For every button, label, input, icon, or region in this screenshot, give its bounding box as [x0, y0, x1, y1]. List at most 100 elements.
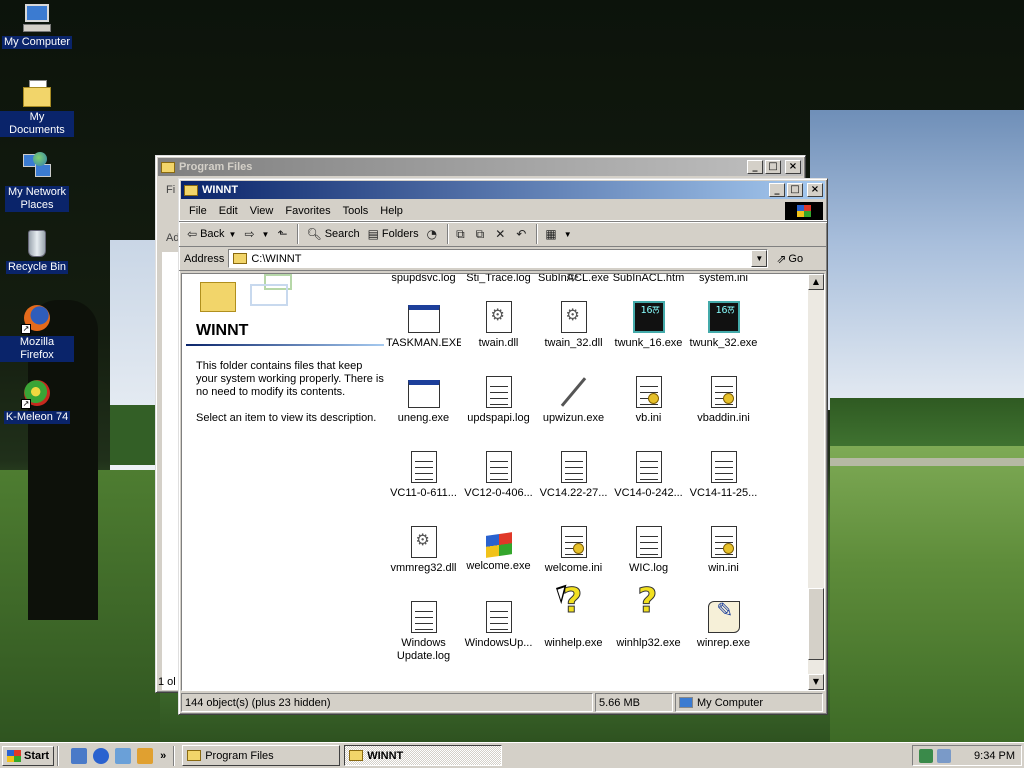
file-item[interactable]: welcome.exe [461, 526, 536, 573]
file-item[interactable]: win.ini [686, 526, 761, 575]
file-item[interactable]: WIC.log [611, 526, 686, 575]
up-folder-button[interactable]: ⬑ [273, 223, 294, 245]
file-item[interactable]: twain_32.dll [536, 301, 611, 350]
taskbar-button-program-files[interactable]: Program Files [182, 745, 341, 766]
delete-button[interactable]: ✕ [491, 223, 512, 245]
forward-button[interactable]: ⇨ ▼ [240, 223, 273, 245]
desktop-icon-mozilla-firefox[interactable]: ↗ Mozilla Firefox [0, 302, 74, 362]
file-item[interactable]: SubInACL.htm [611, 274, 686, 285]
file-item[interactable]: system.ini [686, 274, 761, 285]
file-item[interactable]: VC12-0-406... [461, 451, 536, 500]
outlook-express-icon[interactable] [115, 747, 132, 764]
desktop-icon-my-network-places[interactable]: My Network Places [0, 152, 74, 212]
file-item[interactable]: Windows Update.log [386, 601, 461, 663]
start-button[interactable]: Start [2, 745, 55, 766]
file-item[interactable]: SubInACL.exe [536, 274, 611, 285]
file-item[interactable]: upwizun.exe [536, 376, 611, 425]
file-name: TASKMAN.EXE [386, 337, 461, 349]
menu-file[interactable]: File [183, 205, 213, 217]
delete-x-icon: ✕ [495, 227, 506, 241]
file-item[interactable]: uneng.exe [386, 376, 461, 425]
undo-button[interactable]: ↶ [512, 223, 533, 245]
text-file-icon [410, 451, 437, 483]
web-view-info-pane: WINNT This folder contains files that ke… [182, 274, 386, 690]
window-title: WINNT [202, 184, 239, 196]
file-item[interactable]: winhelp.exe [536, 595, 611, 650]
address-dropdown-button[interactable]: ▼ [751, 250, 768, 267]
desktop-icon-recycle-bin[interactable]: Recycle Bin [0, 227, 74, 274]
file-item[interactable]: twain.dll [461, 301, 536, 350]
folders-button[interactable]: ▤ Folders [364, 223, 423, 245]
menu-help[interactable]: Help [374, 205, 409, 217]
file-item[interactable]: updspapi.log [461, 376, 536, 425]
file-item[interactable]: twunk_16.exe [611, 301, 686, 350]
menu-tools[interactable]: Tools [337, 205, 375, 217]
chevron-down-icon[interactable]: ▼ [564, 230, 572, 239]
go-button[interactable]: ⇗ Go [776, 252, 803, 266]
copy-to-icon: ⧉ [475, 226, 485, 241]
views-button[interactable]: ▦ ▼ [541, 223, 575, 245]
quick-launch-app-icon[interactable] [137, 747, 154, 764]
file-item[interactable]: vbaddin.ini [686, 376, 761, 425]
info-pane-description: This folder contains files that keep you… [196, 360, 384, 398]
move-to-button[interactable]: ⧉ [452, 223, 472, 245]
wallpaper-path [830, 458, 1024, 466]
program-files-titlebar[interactable]: Program Files _ □ × [158, 158, 803, 176]
file-item[interactable]: winrep.exe [686, 601, 761, 650]
copy-to-button[interactable]: ⧉ [472, 223, 492, 245]
file-item[interactable]: VC14-0-242... [611, 451, 686, 500]
file-item[interactable]: TASKMAN.EXE [386, 301, 461, 350]
vertical-scrollbar[interactable]: ▲ ▼ [808, 274, 824, 690]
menu-edit[interactable]: Edit [213, 205, 244, 217]
menu-favorites[interactable]: Favorites [279, 205, 336, 217]
scroll-down-button[interactable]: ▼ [808, 674, 824, 690]
back-button[interactable]: ⇦ Back ▼ [183, 223, 240, 245]
internet-explorer-icon[interactable] [93, 747, 110, 764]
file-name: winhlp32.exe [616, 637, 681, 649]
maximize-button[interactable]: □ [765, 160, 781, 174]
file-item[interactable]: Sti_Trace.log [461, 274, 536, 285]
folder-content-pane[interactable]: WINNT This folder contains files that ke… [181, 273, 825, 691]
window-exe-icon [407, 380, 440, 408]
desktop-icon-label: Recycle Bin [5, 261, 69, 274]
volume-tray-icon[interactable] [937, 748, 951, 763]
file-item[interactable]: welcome.ini [536, 526, 611, 575]
file-item[interactable]: vmmreg32.dll [386, 526, 461, 575]
search-button[interactable]: 🔍︎ Search [302, 223, 363, 245]
file-item[interactable]: VC11-0-611... [386, 451, 461, 500]
minimize-button[interactable]: _ [747, 160, 763, 174]
winnt-explorer-window[interactable]: WINNT _ □ × File Edit View Favorites Too… [178, 178, 828, 715]
desktop-icon-k-meleon[interactable]: ↗ K-Meleon 74 [0, 377, 74, 424]
menu-view[interactable]: View [244, 205, 280, 217]
file-item[interactable]: VC14-11-25... [686, 451, 761, 500]
file-item[interactable]: twunk_32.exe [686, 301, 761, 350]
winnt-titlebar[interactable]: WINNT _ □ × [181, 181, 825, 199]
file-item[interactable]: WindowsUp... [461, 601, 536, 650]
file-item[interactable]: VC14.22-27... [536, 451, 611, 500]
dll-file-icon [560, 301, 587, 333]
desktop-icon-my-computer[interactable]: My Computer [0, 2, 74, 49]
file-item[interactable]: vb.ini [611, 376, 686, 425]
close-button[interactable]: × [807, 183, 823, 197]
show-desktop-icon[interactable] [71, 747, 88, 764]
file-item[interactable]: spupdsvc.log [386, 274, 461, 285]
file-item[interactable]: winhlp32.exe [611, 595, 686, 650]
clock[interactable]: 9:34 PM [974, 750, 1015, 762]
computer-icon [679, 697, 693, 708]
chevron-down-icon[interactable]: ▼ [262, 230, 270, 239]
file-name: WindowsUp... [464, 637, 533, 649]
wand-icon [558, 376, 590, 408]
close-button[interactable]: × [785, 160, 801, 174]
history-button[interactable]: ◔ [423, 223, 444, 245]
scroll-up-button[interactable]: ▲ [808, 274, 824, 290]
taskbar-button-winnt[interactable]: WINNT [344, 745, 503, 766]
scroll-thumb[interactable] [808, 588, 824, 660]
ini-file-icon [710, 526, 737, 558]
quick-launch-more-icon[interactable]: » [160, 750, 166, 762]
network-tray-icon[interactable] [919, 748, 933, 763]
desktop-icon-my-documents[interactable]: My Documents [0, 77, 74, 137]
maximize-button[interactable]: □ [787, 183, 803, 197]
address-input[interactable]: C:\WINNT ▼ [228, 249, 769, 268]
chevron-down-icon[interactable]: ▼ [229, 230, 237, 239]
minimize-button[interactable]: _ [769, 183, 785, 197]
